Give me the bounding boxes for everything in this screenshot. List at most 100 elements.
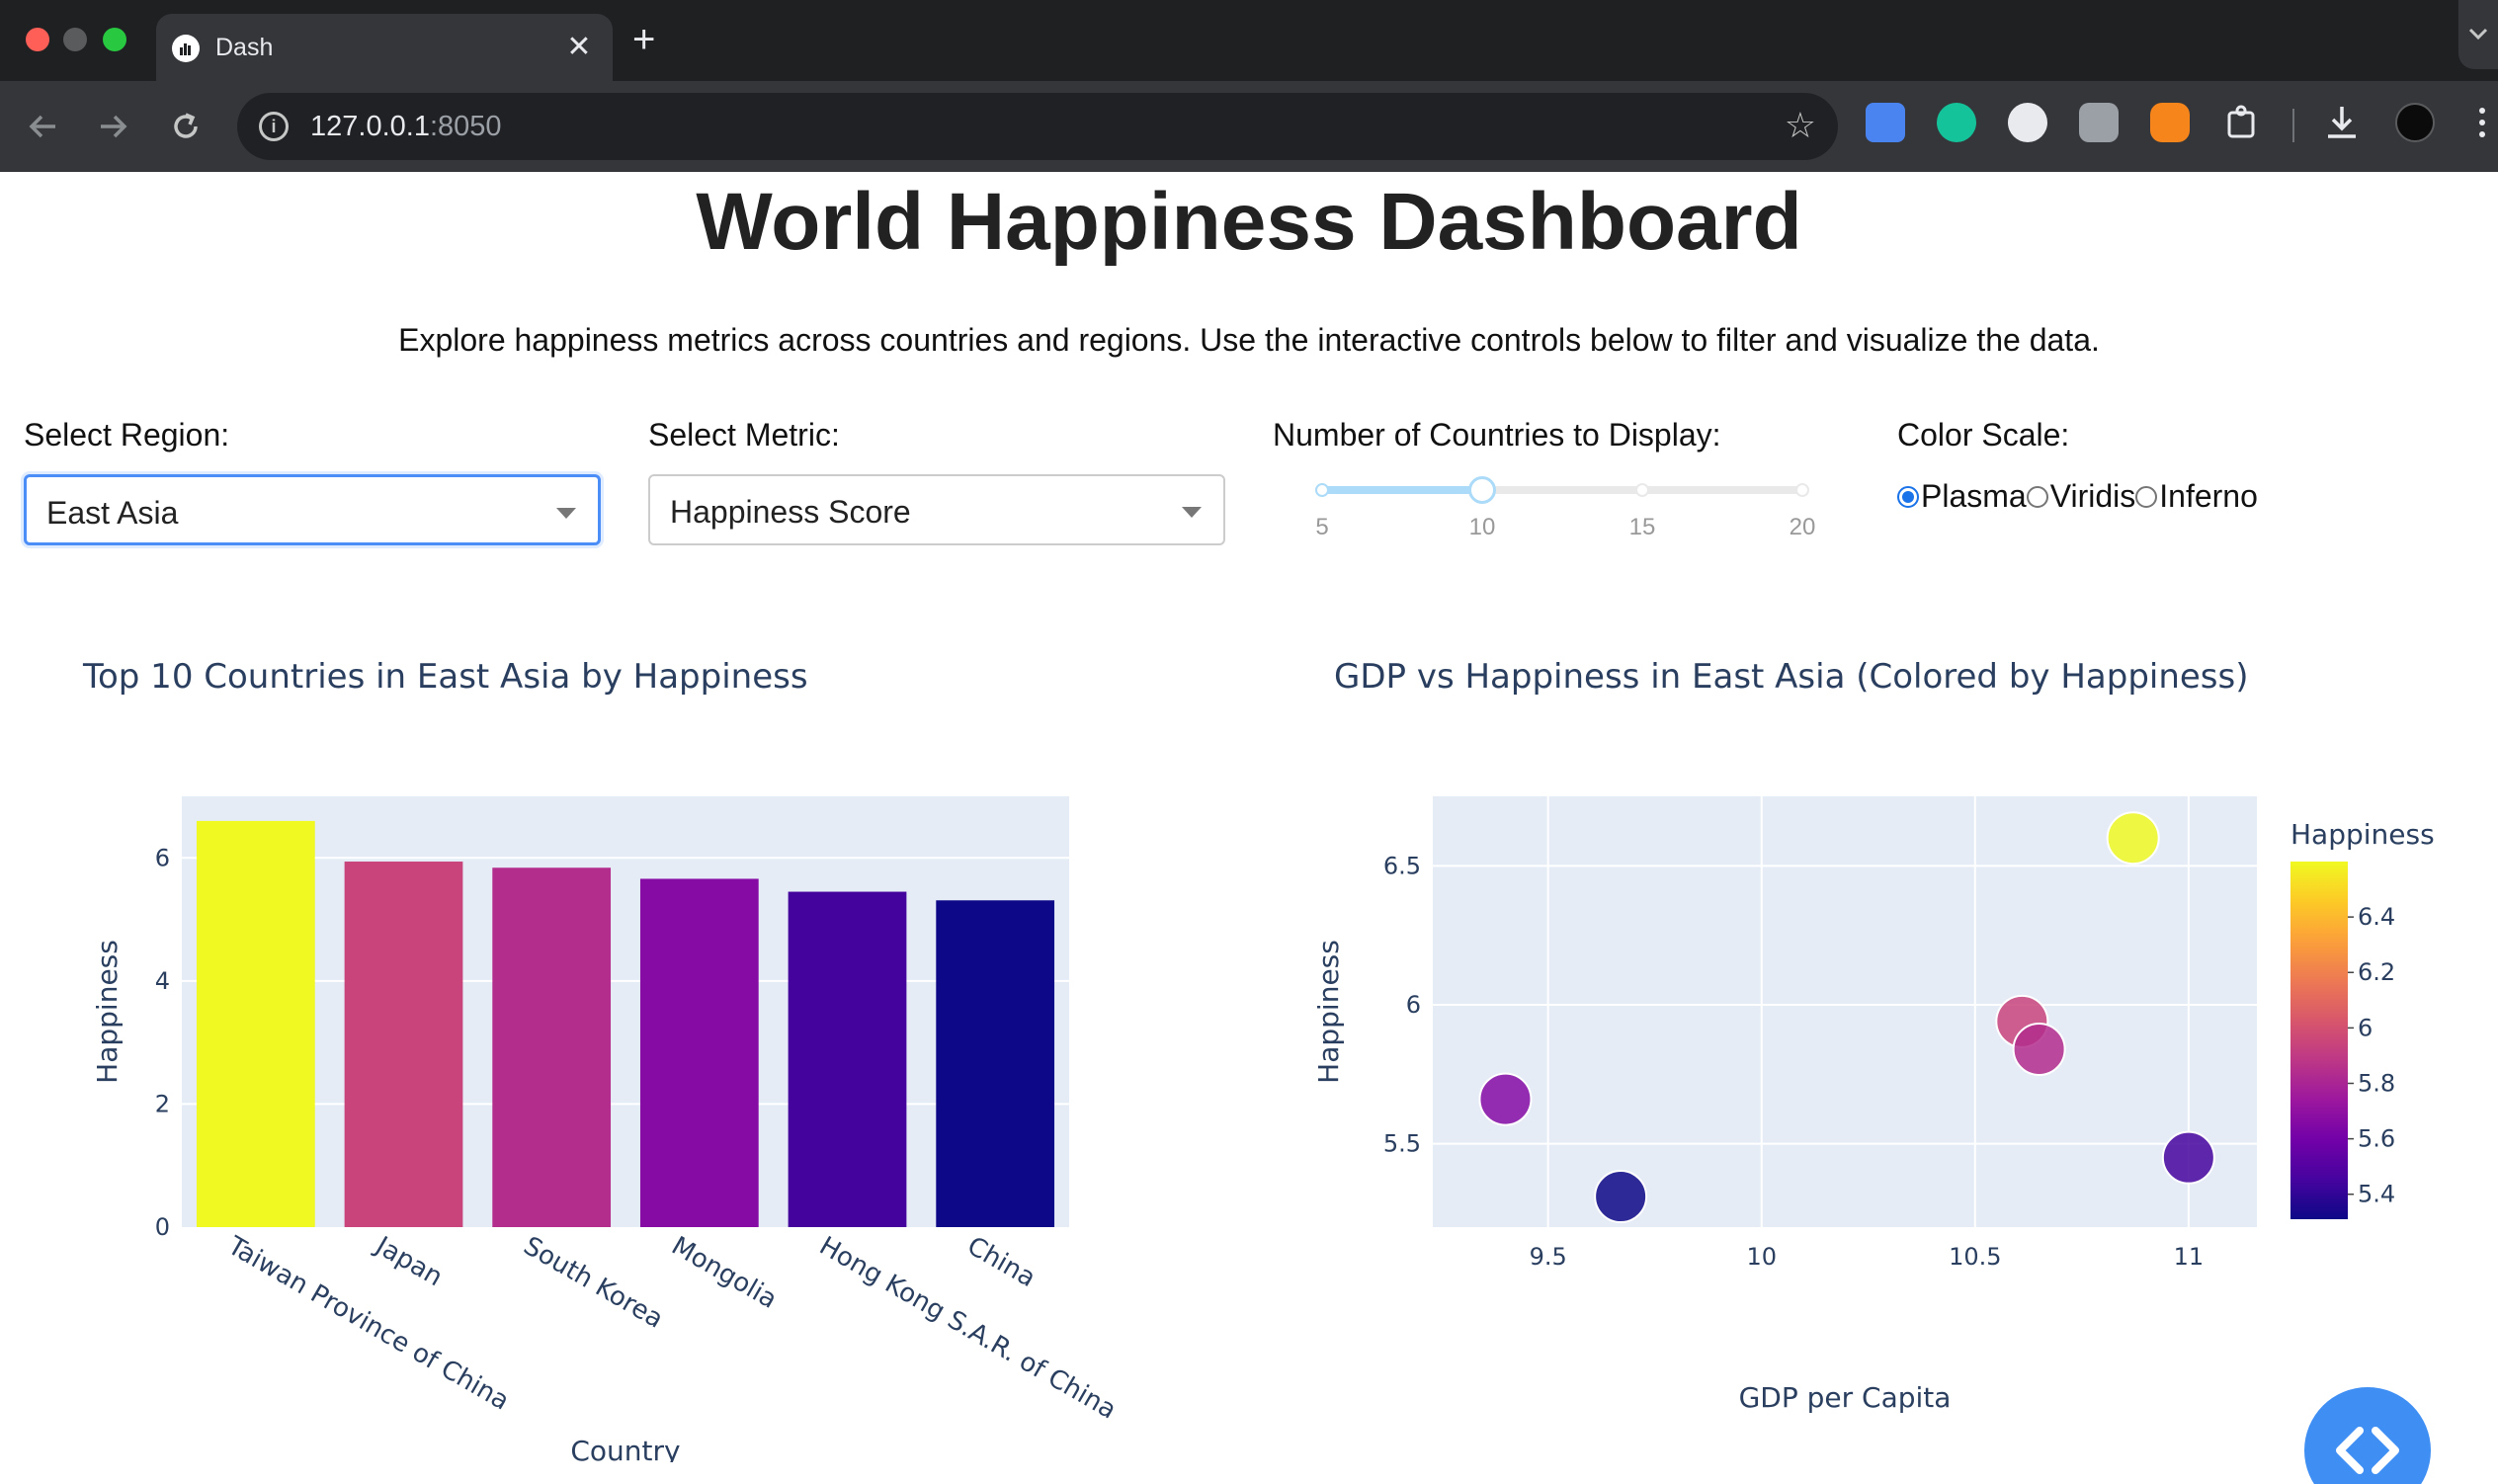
slider-mark-dot[interactable] xyxy=(1315,483,1329,497)
radio-label[interactable]: Viridis xyxy=(2050,478,2136,515)
colorbar-tick-label: 6 xyxy=(2358,1014,2373,1041)
site-info-icon[interactable]: i xyxy=(259,112,289,141)
bar-y-tick-label: 2 xyxy=(155,1090,170,1117)
scatter-point xyxy=(1478,1072,1533,1126)
slider-mark-label[interactable]: 20 xyxy=(1773,514,1832,541)
bar xyxy=(344,862,463,1227)
scatter-x-tick-label: 9.5 xyxy=(1530,1243,1567,1271)
bookmark-star-icon[interactable]: ☆ xyxy=(1785,105,1816,146)
page-title: World Happiness Dashboard xyxy=(696,177,1802,267)
reload-icon[interactable] xyxy=(162,103,209,150)
colorbar-tick-label: 6.2 xyxy=(2358,958,2395,986)
scatter-x-tick-label: 10 xyxy=(1746,1243,1777,1271)
tab-search-button[interactable] xyxy=(2458,0,2498,69)
scatter-chart-title: GDP vs Happiness in East Asia (Colored b… xyxy=(1334,657,2249,697)
dropdown-arrow-icon[interactable] xyxy=(556,508,576,519)
slider-track xyxy=(1322,486,1482,494)
color-scale-radio-group: Plasma Viridis Inferno xyxy=(1897,478,2258,515)
radio-button[interactable] xyxy=(1897,485,1919,508)
camera-icon[interactable] xyxy=(2079,103,2119,142)
metric-dropdown[interactable]: Happiness Score xyxy=(648,474,1225,545)
radio-label[interactable]: Plasma xyxy=(1921,478,2027,515)
bar-x-tick-label: Taiwan Province of China xyxy=(221,1231,514,1417)
slider-mark-label[interactable]: 10 xyxy=(1453,514,1512,541)
color-scale-option-inferno[interactable]: Inferno xyxy=(2135,478,2258,515)
google-translate-icon[interactable] xyxy=(1866,103,1905,142)
slider-mark-dot[interactable] xyxy=(1635,483,1649,497)
slider-mark-label[interactable]: 15 xyxy=(1613,514,1672,541)
bar-y-axis-title: Happiness xyxy=(91,940,124,1084)
slider-handle[interactable] xyxy=(1468,476,1496,504)
scatter-y-tick-label: 6 xyxy=(1406,991,1421,1019)
bar-x-tick-label: China xyxy=(962,1231,1041,1293)
dash-favicon-icon xyxy=(172,35,200,62)
toolbar-divider xyxy=(2292,109,2294,142)
url-text: 127.0.0.1:8050 xyxy=(310,111,502,142)
metamask-fox-icon[interactable] xyxy=(2150,103,2190,142)
browser-tab[interactable]: Dash ✕ xyxy=(156,14,613,81)
region-label: Select Region: xyxy=(24,417,230,453)
country-count-label: Number of Countries to Display: xyxy=(1273,417,1721,453)
colorbar-tick-label: 5.6 xyxy=(2358,1125,2395,1153)
bar xyxy=(492,867,612,1227)
profile-avatar[interactable] xyxy=(2395,103,2435,142)
region-selected-value: East Asia xyxy=(46,495,179,531)
code-brackets-icon xyxy=(2336,1427,2399,1474)
address-bar[interactable]: i 127.0.0.1:8050 ☆ xyxy=(237,93,1838,160)
scatter-y-tick-label: 5.5 xyxy=(1383,1130,1421,1158)
bar-y-tick-label: 4 xyxy=(155,967,170,995)
minimize-window-button[interactable] xyxy=(63,28,87,51)
bar-y-tick-label: 6 xyxy=(155,844,170,871)
bar xyxy=(196,820,315,1227)
bar xyxy=(788,891,907,1227)
close-window-button[interactable] xyxy=(26,28,49,51)
color-scale-label: Color Scale: xyxy=(1897,417,2070,453)
scatter-x-axis-title: GDP per Capita xyxy=(1739,1381,1952,1414)
scatter-x-tick-label: 11 xyxy=(2174,1243,2205,1271)
dropdown-arrow-icon[interactable] xyxy=(1182,507,1202,518)
bar-x-axis-title: Country xyxy=(570,1435,680,1462)
scatter-point xyxy=(2106,811,2160,866)
forward-arrow-icon[interactable] xyxy=(89,103,136,150)
browser-tab-bar: Dash ✕ + xyxy=(0,0,2498,81)
scatter-y-tick-label: 6.5 xyxy=(1383,852,1421,879)
colorbar-title: Happiness xyxy=(2290,818,2435,851)
country-count-slider[interactable]: 5 10 15 20 xyxy=(1315,474,1816,563)
scatter-x-tick-label: 10.5 xyxy=(1949,1243,2001,1271)
tab-title: Dash xyxy=(215,34,274,61)
back-arrow-icon[interactable] xyxy=(20,103,67,150)
colorbar-tick-label: 5.8 xyxy=(2358,1069,2395,1097)
color-scale-option-viridis[interactable]: Viridis xyxy=(2026,478,2136,515)
bar-x-tick-label: Japan xyxy=(369,1230,448,1292)
region-dropdown[interactable]: East Asia xyxy=(24,474,601,545)
extension-braces-icon[interactable] xyxy=(2008,103,2047,142)
more-menu-icon[interactable] xyxy=(2472,103,2492,142)
grammarly-icon[interactable] xyxy=(1937,103,1976,142)
radio-button[interactable] xyxy=(2135,485,2158,508)
color-scale-option-plasma[interactable]: Plasma xyxy=(1897,478,2027,515)
slider-mark-label[interactable]: 5 xyxy=(1292,514,1352,541)
colorbar xyxy=(2290,862,2348,1219)
extensions-puzzle-icon[interactable] xyxy=(2223,103,2263,142)
radio-label[interactable]: Inferno xyxy=(2159,478,2258,515)
scatter-point xyxy=(2161,1130,2215,1185)
slider-mark-dot[interactable] xyxy=(1795,483,1809,497)
bar-x-tick-label: South Korea xyxy=(519,1231,668,1335)
tab-close-icon[interactable]: ✕ xyxy=(561,28,597,67)
metric-label: Select Metric: xyxy=(648,417,840,453)
debug-menu-button[interactable] xyxy=(2304,1387,2431,1484)
bar-chart-title: Top 10 Countries in East Asia by Happine… xyxy=(82,657,808,697)
bar xyxy=(639,878,759,1227)
browser-toolbar: i 127.0.0.1:8050 ☆ xyxy=(0,81,2498,172)
download-icon[interactable] xyxy=(2322,103,2362,142)
maximize-window-button[interactable] xyxy=(103,28,126,51)
bar-x-tick-label: Hong Kong S.A.R. of China xyxy=(814,1231,1122,1426)
scatter-y-axis-title: Happiness xyxy=(1312,940,1345,1084)
bar xyxy=(936,900,1055,1227)
new-tab-button[interactable]: + xyxy=(632,16,655,63)
scatter-point xyxy=(2012,1022,2066,1076)
chevron-down-icon xyxy=(2468,28,2488,41)
scatter-chart: GDP vs Happiness in East Asia (Colored b… xyxy=(1312,657,2435,1414)
metric-selected-value: Happiness Score xyxy=(670,494,911,530)
radio-button[interactable] xyxy=(2026,485,2048,508)
